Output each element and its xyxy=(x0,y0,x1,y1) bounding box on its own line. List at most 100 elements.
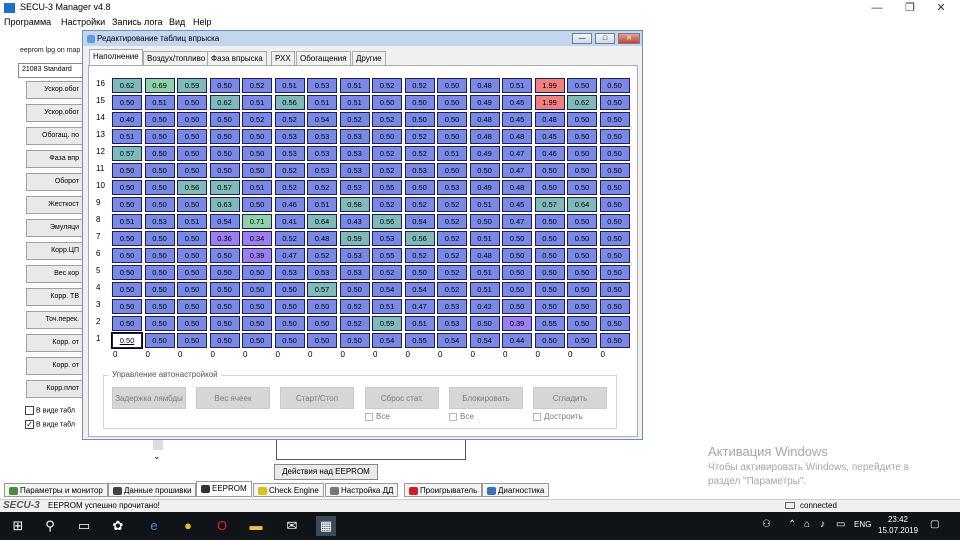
table-cell[interactable]: 0.52 xyxy=(404,248,435,263)
table-cell[interactable]: 0.54 xyxy=(469,333,500,348)
table-cell[interactable]: 0.50 xyxy=(534,180,565,195)
bottom-tab-3[interactable]: Check Engine xyxy=(253,483,324,497)
table-cell[interactable]: 0.51 xyxy=(437,146,467,161)
table-cell[interactable]: 0.53 xyxy=(339,146,370,161)
table-cell[interactable]: 0.71 xyxy=(242,214,272,229)
table-cell[interactable]: 0.48 xyxy=(307,231,337,246)
table-cell[interactable]: 0.50 xyxy=(112,163,142,178)
table-cell[interactable]: 0.50 xyxy=(339,282,370,297)
table-cell[interactable]: 0.34 xyxy=(242,231,272,246)
table-cell[interactable]: 0.48 xyxy=(502,180,532,195)
table-cell[interactable]: 0.69 xyxy=(144,78,175,93)
table-cell[interactable]: 0.52 xyxy=(242,112,272,127)
table-cell[interactable]: 0.50 xyxy=(502,282,532,297)
table-cell[interactable]: 0.50 xyxy=(307,333,337,348)
table-cell[interactable]: 0.50 xyxy=(404,112,435,127)
table-cell[interactable]: 0.54 xyxy=(404,214,435,229)
table-cell[interactable]: 0.45 xyxy=(502,95,532,110)
table-cell[interactable]: 0.50 xyxy=(469,163,500,178)
table-cell[interactable]: 0.50 xyxy=(404,95,435,110)
table-cell[interactable]: 0.50 xyxy=(177,197,207,212)
table-cell[interactable]: 0.50 xyxy=(177,299,207,314)
table-cell[interactable]: 0.46 xyxy=(274,197,305,212)
table-cell[interactable]: 0.52 xyxy=(339,299,370,314)
table-cell[interactable]: 0.50 xyxy=(599,180,630,195)
table-cell[interactable]: 0.52 xyxy=(339,112,370,127)
table-cell[interactable]: 0.47 xyxy=(502,163,532,178)
table-cell[interactable]: 0.50 xyxy=(567,248,597,263)
table-cell[interactable]: 0.56 xyxy=(404,231,435,246)
bottom-tab-2[interactable]: EEPROM xyxy=(196,481,252,497)
table-cell[interactable]: 0.50 xyxy=(209,112,240,127)
volume-icon[interactable]: ♪ xyxy=(820,519,825,530)
table-cell[interactable]: 0.39 xyxy=(242,248,272,263)
bottom-tab-6[interactable]: Диагностика xyxy=(482,483,550,497)
table-cell[interactable]: 0.53 xyxy=(437,299,467,314)
table-cell[interactable]: 0.48 xyxy=(469,78,500,93)
table-cell[interactable]: 0.50 xyxy=(274,282,305,297)
table-cell[interactable]: 0.50 xyxy=(534,231,565,246)
table-cell[interactable]: 0.54 xyxy=(372,333,402,348)
table-cell[interactable]: 0.50 xyxy=(177,316,207,331)
table-cell[interactable]: 0.45 xyxy=(534,129,565,144)
table-cell[interactable]: 0.52 xyxy=(372,163,402,178)
table-cell[interactable]: 0.51 xyxy=(469,197,500,212)
table-cell[interactable]: 0.50 xyxy=(112,265,142,280)
table-cell[interactable]: 0.50 xyxy=(242,299,272,314)
table-cell[interactable]: 0.50 xyxy=(567,299,597,314)
table-cell[interactable]: 0.52 xyxy=(242,78,272,93)
table-cell[interactable]: 0.50 xyxy=(502,248,532,263)
table-cell[interactable]: 0.50 xyxy=(437,112,467,127)
table-cell[interactable]: 0.43 xyxy=(339,214,370,229)
table-cell[interactable]: 0.50 xyxy=(437,163,467,178)
table-cell[interactable]: 0.47 xyxy=(274,248,305,263)
taskbar-clock[interactable]: 23:42 15.07.2019 xyxy=(878,514,918,536)
language-indicator[interactable]: ENG xyxy=(854,520,871,529)
menu-program[interactable]: Программа xyxy=(4,17,51,27)
table-cell[interactable]: 0.50 xyxy=(144,282,175,297)
table-cell[interactable]: 0.54 xyxy=(437,333,467,348)
table-cell[interactable]: 0.50 xyxy=(209,248,240,263)
tab-fill[interactable]: Наполнение xyxy=(89,49,143,65)
table-cell[interactable]: 0.51 xyxy=(372,299,402,314)
table-cell[interactable]: 0.53 xyxy=(274,129,305,144)
table-cell[interactable]: 0.50 xyxy=(144,129,175,144)
table-cell[interactable]: 0.53 xyxy=(437,316,467,331)
table-cell[interactable]: 0.50 xyxy=(599,129,630,144)
table-cell[interactable]: 0.50 xyxy=(242,282,272,297)
table-cell[interactable]: 0.50 xyxy=(144,316,175,331)
table-cell[interactable]: 0.45 xyxy=(502,197,532,212)
table-cell[interactable]: 0.54 xyxy=(209,214,240,229)
table-cell[interactable]: 0.47 xyxy=(404,299,435,314)
table-cell[interactable]: 0.50 xyxy=(242,265,272,280)
table-cell[interactable]: 0.50 xyxy=(177,95,207,110)
table-cell[interactable]: 0.51 xyxy=(112,214,142,229)
table-cell[interactable]: 0.59 xyxy=(177,78,207,93)
menu-settings[interactable]: Настройки xyxy=(61,17,105,27)
table-cell[interactable]: 0.50 xyxy=(112,231,142,246)
table-cell[interactable]: 0.56 xyxy=(177,180,207,195)
table-cell[interactable]: 0.46 xyxy=(534,146,565,161)
table-cell[interactable]: 0.50 xyxy=(567,214,597,229)
people-icon[interactable]: ⚇ xyxy=(762,519,771,530)
table-cell[interactable]: 0.50 xyxy=(437,129,467,144)
table-cell[interactable]: 0.63 xyxy=(209,197,240,212)
table-cell[interactable]: 0.50 xyxy=(112,180,142,195)
left-panel-button[interactable]: Вес кор xyxy=(26,265,84,283)
table-cell[interactable]: 0.52 xyxy=(404,197,435,212)
table-cell[interactable]: 0.48 xyxy=(534,112,565,127)
table-cell[interactable]: 0.50 xyxy=(274,333,305,348)
table-cell[interactable]: 0.50 xyxy=(209,333,240,348)
table-cell[interactable]: 0.52 xyxy=(437,214,467,229)
table-cell[interactable]: 0.51 xyxy=(469,265,500,280)
lock-button[interactable]: Блокировать xyxy=(449,387,523,409)
table-cell[interactable]: 0.50 xyxy=(209,316,240,331)
table-cell[interactable]: 0.53 xyxy=(437,180,467,195)
table-cell[interactable]: 0.51 xyxy=(404,316,435,331)
table-cell[interactable]: 0.51 xyxy=(469,231,500,246)
table-cell[interactable]: 0.53 xyxy=(404,163,435,178)
battery-icon[interactable]: ▭ xyxy=(836,519,845,530)
table-cell[interactable]: 0.55 xyxy=(372,248,402,263)
task-view-icon[interactable]: ▭ xyxy=(74,516,94,536)
table-cell[interactable]: 0.50 xyxy=(307,316,337,331)
